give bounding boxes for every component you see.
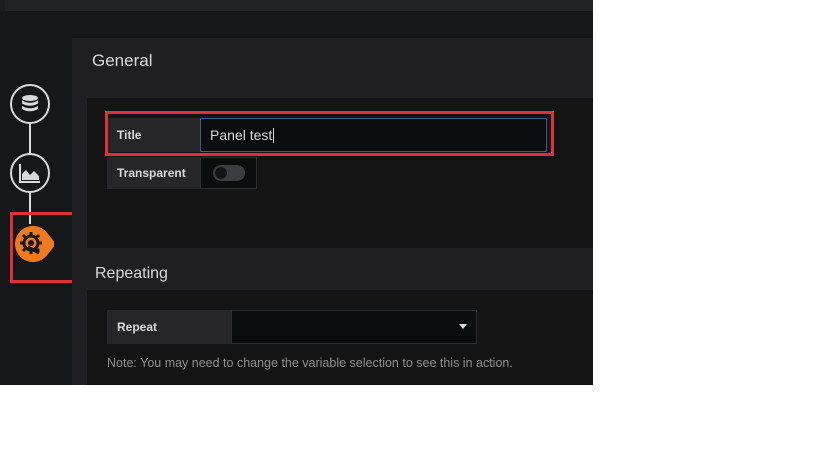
toggle-knob xyxy=(215,167,227,179)
step-general-highlight xyxy=(10,212,76,283)
top-bar-area xyxy=(5,0,593,11)
repeat-select[interactable] xyxy=(231,310,477,344)
transparent-label: Transparent xyxy=(107,157,200,189)
options-panel: General Title Panel test Transparent Rep… xyxy=(72,38,593,385)
step-visualization[interactable] xyxy=(10,153,50,193)
repeating-section: Repeat Note: You may need to change the … xyxy=(87,290,593,385)
caret-down-icon xyxy=(459,324,467,329)
database-icon xyxy=(22,95,38,112)
toggle-switch[interactable] xyxy=(213,165,245,181)
repeat-note: Note: You may need to change the variabl… xyxy=(107,356,513,370)
panel-editor: General Title Panel test Transparent Rep… xyxy=(0,0,593,385)
step-connector xyxy=(29,124,31,154)
general-section-title: General xyxy=(92,51,153,70)
repeating-section-title: Repeating xyxy=(95,265,168,282)
step-queries[interactable] xyxy=(10,84,50,124)
area-chart-icon xyxy=(19,164,40,183)
transparent-toggle[interactable] xyxy=(200,157,257,189)
repeat-label: Repeat xyxy=(107,310,231,344)
top-bar xyxy=(0,0,593,11)
title-row-highlight xyxy=(105,111,554,156)
